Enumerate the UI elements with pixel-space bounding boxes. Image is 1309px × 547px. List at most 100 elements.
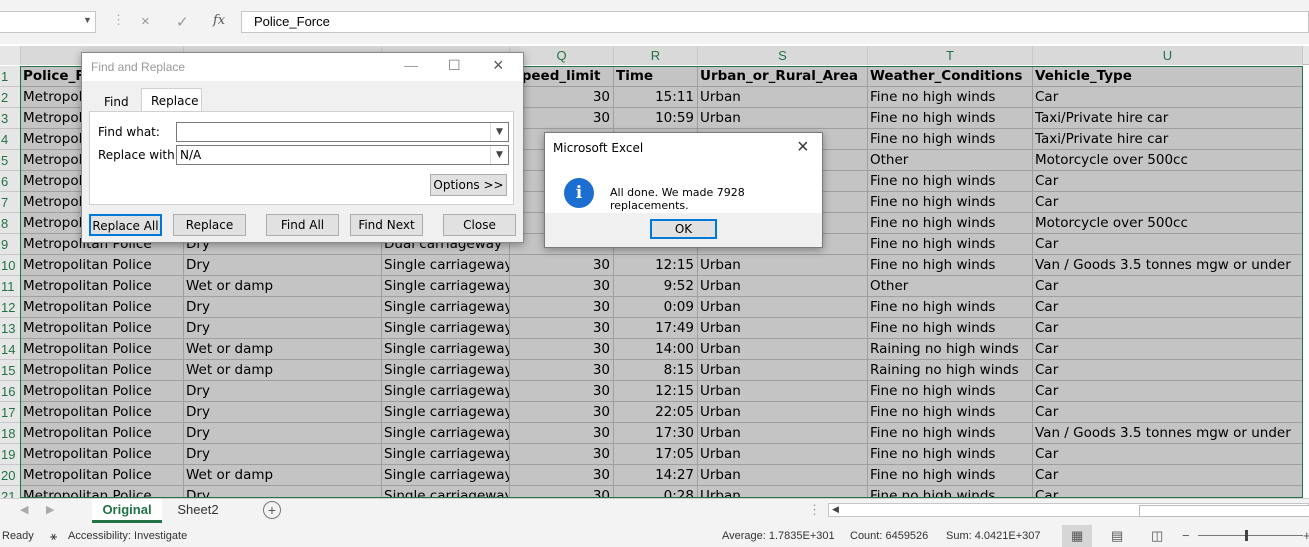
- tab-sheet2[interactable]: Sheet2: [168, 499, 228, 523]
- table-cell[interactable]: Fine no high winds: [868, 171, 1033, 192]
- zoom-slider[interactable]: [1198, 535, 1303, 536]
- table-cell[interactable]: Metropolitan Police: [21, 486, 184, 498]
- table-cell[interactable]: Metropolitan Police: [21, 360, 184, 381]
- add-sheet-icon[interactable]: +: [263, 501, 281, 519]
- row-number[interactable]: 14: [0, 339, 21, 360]
- chevron-down-icon[interactable]: ▼: [83, 15, 92, 25]
- table-cell[interactable]: 30: [510, 423, 614, 444]
- table-cell[interactable]: Metropolitan Police: [21, 318, 184, 339]
- table-cell[interactable]: Fine no high winds: [868, 381, 1033, 402]
- table-cell[interactable]: Dry: [184, 255, 382, 276]
- table-cell[interactable]: Single carriageway: [382, 465, 510, 486]
- table-cell[interactable]: Fine no high winds: [868, 444, 1033, 465]
- column-header-s[interactable]: S: [698, 46, 868, 65]
- table-cell[interactable]: Car: [1033, 444, 1303, 465]
- table-cell[interactable]: Fine no high winds: [868, 486, 1033, 498]
- table-cell[interactable]: Urban: [698, 381, 868, 402]
- tab-original[interactable]: Original: [92, 499, 162, 523]
- table-cell[interactable]: Single carriageway: [382, 339, 510, 360]
- scroll-tabs-right-icon[interactable]: ▶: [46, 503, 54, 516]
- chevron-down-icon[interactable]: ▼: [490, 123, 508, 141]
- options-button[interactable]: Options >>: [430, 174, 507, 196]
- table-cell[interactable]: 0:09: [614, 297, 698, 318]
- table-cell[interactable]: Urban: [698, 318, 868, 339]
- row-number[interactable]: 2: [0, 87, 21, 108]
- find-what-input[interactable]: ▼: [176, 122, 509, 142]
- table-cell[interactable]: 22:05: [614, 402, 698, 423]
- table-cell[interactable]: Urban: [698, 87, 868, 108]
- table-cell[interactable]: Metropolitan Police: [21, 255, 184, 276]
- table-cell[interactable]: Car: [1033, 297, 1303, 318]
- table-cell[interactable]: Dry: [184, 444, 382, 465]
- row-number[interactable]: 16: [0, 381, 21, 402]
- table-cell[interactable]: Car: [1033, 360, 1303, 381]
- table-cell[interactable]: 30: [510, 360, 614, 381]
- row-number[interactable]: 1: [0, 66, 21, 87]
- table-cell[interactable]: Single carriageway: [382, 486, 510, 498]
- table-cell[interactable]: Urban: [698, 297, 868, 318]
- table-cell[interactable]: Fine no high winds: [868, 318, 1033, 339]
- close-button[interactable]: Close: [443, 214, 516, 236]
- table-cell[interactable]: Single carriageway: [382, 297, 510, 318]
- table-cell[interactable]: Dry: [184, 297, 382, 318]
- table-cell[interactable]: Urban: [698, 108, 868, 129]
- table-cell[interactable]: Urban: [698, 255, 868, 276]
- horizontal-scrollbar[interactable]: ◀: [828, 503, 1309, 517]
- row-number[interactable]: 17: [0, 402, 21, 423]
- formula-input[interactable]: Police_Force: [241, 11, 1309, 33]
- table-cell[interactable]: Dry: [184, 402, 382, 423]
- page-layout-icon[interactable]: ▤: [1111, 525, 1123, 547]
- replace-all-button[interactable]: Replace All: [89, 214, 162, 236]
- table-cell[interactable]: Wet or damp: [184, 339, 382, 360]
- close-icon[interactable]: ×: [797, 136, 809, 159]
- insert-function-icon[interactable]: fx: [213, 13, 225, 28]
- table-cell[interactable]: Raining no high winds: [868, 339, 1033, 360]
- maximize-icon[interactable]: ☐: [448, 57, 461, 74]
- table-cell[interactable]: 14:00: [614, 339, 698, 360]
- tab-find[interactable]: Find: [96, 92, 140, 112]
- column-header-u[interactable]: U: [1033, 46, 1303, 65]
- zoom-out-icon[interactable]: −: [1182, 525, 1190, 547]
- table-cell[interactable]: 30: [510, 339, 614, 360]
- table-cell[interactable]: Dry: [184, 381, 382, 402]
- table-cell[interactable]: Single carriageway: [382, 360, 510, 381]
- table-cell[interactable]: Car: [1033, 402, 1303, 423]
- table-cell[interactable]: Urban: [698, 444, 868, 465]
- header-cell[interactable]: Speed_limit: [510, 66, 614, 87]
- name-box[interactable]: [0, 11, 96, 33]
- table-cell[interactable]: Wet or damp: [184, 360, 382, 381]
- row-number[interactable]: 15: [0, 360, 21, 381]
- table-cell[interactable]: Single carriageway: [382, 444, 510, 465]
- cancel-icon[interactable]: ×: [141, 13, 150, 30]
- table-cell[interactable]: 30: [510, 486, 614, 498]
- find-all-button[interactable]: Find All: [266, 214, 339, 236]
- table-cell[interactable]: Fine no high winds: [868, 297, 1033, 318]
- zoom-in-icon[interactable]: +: [1303, 525, 1309, 547]
- row-number[interactable]: 18: [0, 423, 21, 444]
- table-cell[interactable]: Fine no high winds: [868, 423, 1033, 444]
- table-cell[interactable]: Car: [1033, 381, 1303, 402]
- table-cell[interactable]: Taxi/Private hire car: [1033, 129, 1303, 150]
- row-number[interactable]: 7: [0, 192, 21, 213]
- zoom-slider-thumb[interactable]: [1245, 530, 1248, 541]
- table-cell[interactable]: Metropolitan Police: [21, 381, 184, 402]
- table-cell[interactable]: Metropolitan Police: [21, 339, 184, 360]
- table-cell[interactable]: Fine no high winds: [868, 87, 1033, 108]
- table-cell[interactable]: Wet or damp: [184, 465, 382, 486]
- table-cell[interactable]: Fine no high winds: [868, 213, 1033, 234]
- ok-button[interactable]: OK: [650, 219, 717, 239]
- table-cell[interactable]: 15:11: [614, 87, 698, 108]
- splitter-grip-icon[interactable]: ⋮: [808, 502, 821, 518]
- normal-view-button[interactable]: ▦: [1062, 525, 1092, 547]
- table-cell[interactable]: Urban: [698, 423, 868, 444]
- replace-button[interactable]: Replace: [173, 214, 246, 236]
- header-cell[interactable]: Time: [614, 66, 698, 87]
- table-cell[interactable]: Fine no high winds: [868, 108, 1033, 129]
- table-cell[interactable]: Urban: [698, 360, 868, 381]
- table-cell[interactable]: Car: [1033, 87, 1303, 108]
- table-cell[interactable]: Urban: [698, 465, 868, 486]
- scroll-left-icon[interactable]: ◀: [832, 504, 839, 515]
- table-cell[interactable]: Dry: [184, 318, 382, 339]
- select-all-corner[interactable]: [0, 46, 21, 65]
- row-number[interactable]: 9: [0, 234, 21, 255]
